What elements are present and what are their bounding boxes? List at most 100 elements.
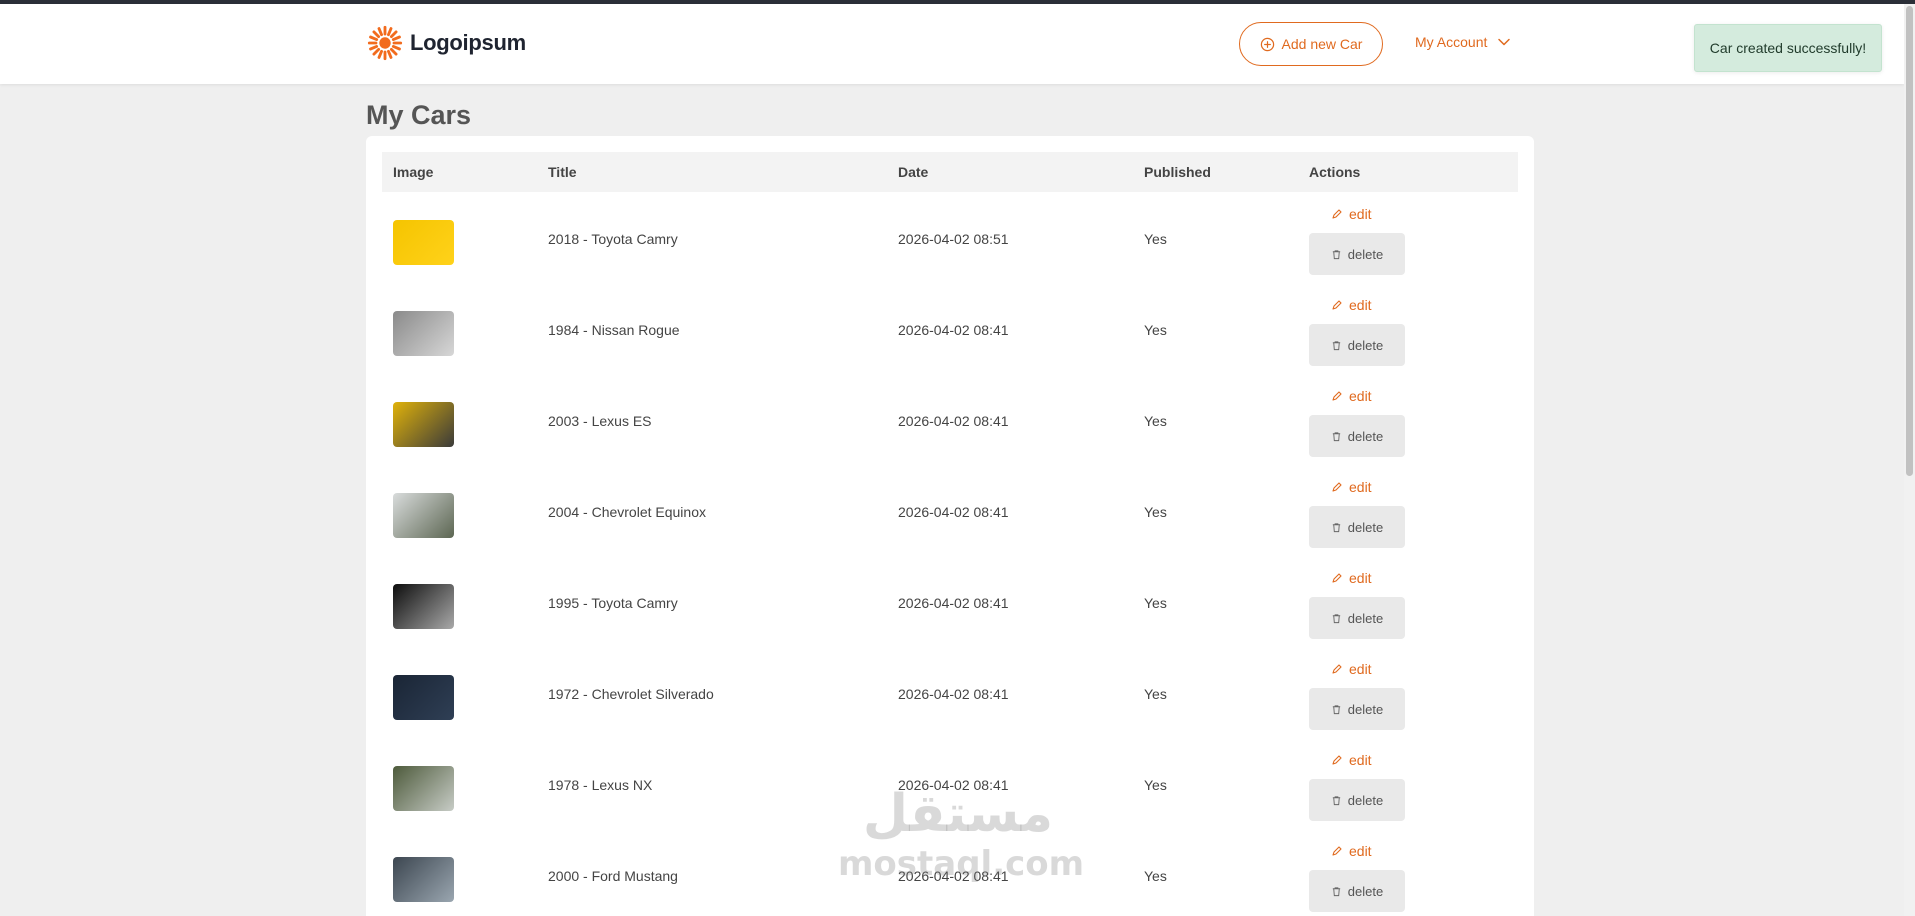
edit-link[interactable]: edit — [1331, 297, 1372, 313]
delete-button[interactable]: delete — [1309, 324, 1405, 366]
column-header-title: Title — [548, 164, 577, 180]
trash-icon — [1332, 886, 1340, 896]
my-account-dropdown[interactable]: My Account — [1415, 34, 1511, 50]
car-thumbnail[interactable] — [393, 857, 454, 902]
column-header-published: Published — [1144, 164, 1211, 180]
table-row: 2000 - Ford Mustang 2026-04-02 08:41 Yes… — [382, 830, 1518, 916]
pencil-icon — [1332, 664, 1342, 674]
car-date: 2026-04-02 08:41 — [898, 686, 1009, 702]
edit-link[interactable]: edit — [1331, 752, 1372, 768]
table-row: 1978 - Lexus NX 2026-04-02 08:41 Yes edi… — [382, 739, 1518, 830]
logo-text: Logoipsum — [410, 30, 526, 55]
car-date: 2026-04-02 08:51 — [898, 231, 1009, 247]
pencil-icon — [1332, 755, 1342, 765]
car-date: 2026-04-02 08:41 — [898, 595, 1009, 611]
table-row: 2018 - Toyota Camry 2026-04-02 08:51 Yes… — [382, 193, 1518, 284]
car-title: 1984 - Nissan Rogue — [548, 322, 680, 338]
car-thumbnail[interactable] — [393, 402, 454, 447]
trash-icon — [1332, 613, 1340, 623]
car-published: Yes — [1144, 322, 1167, 338]
edit-link[interactable]: edit — [1331, 479, 1372, 495]
delete-label: delete — [1347, 701, 1384, 717]
pencil-icon — [1332, 391, 1342, 401]
edit-link[interactable]: edit — [1331, 570, 1372, 586]
car-published: Yes — [1144, 504, 1167, 520]
add-new-car-button[interactable]: Add new Car — [1239, 22, 1383, 66]
car-published: Yes — [1144, 595, 1167, 611]
edit-label: edit — [1349, 570, 1372, 586]
add-new-car-label: Add new Car — [1281, 36, 1363, 52]
delete-label: delete — [1347, 519, 1384, 535]
car-title: 1995 - Toyota Camry — [548, 595, 678, 611]
trash-icon — [1332, 795, 1340, 805]
delete-label: delete — [1347, 610, 1384, 626]
car-published: Yes — [1144, 413, 1167, 429]
table-row: 2003 - Lexus ES 2026-04-02 08:41 Yes edi… — [382, 375, 1518, 466]
car-published: Yes — [1144, 686, 1167, 702]
my-account-label: My Account — [1415, 34, 1488, 50]
page-title: My Cars — [366, 100, 472, 130]
edit-link[interactable]: edit — [1331, 843, 1372, 859]
delete-button[interactable]: delete — [1309, 233, 1405, 275]
car-thumbnail[interactable] — [393, 766, 454, 811]
trash-icon — [1332, 340, 1340, 350]
car-thumbnail[interactable] — [393, 220, 454, 265]
car-published: Yes — [1144, 777, 1167, 793]
pencil-icon — [1332, 573, 1342, 583]
trash-icon — [1332, 249, 1340, 259]
car-title: 1972 - Chevrolet Silverado — [548, 686, 714, 702]
edit-label: edit — [1349, 479, 1372, 495]
trash-icon — [1332, 522, 1340, 532]
column-header-actions: Actions — [1309, 164, 1361, 180]
table-row: 1995 - Toyota Camry 2026-04-02 08:41 Yes… — [382, 557, 1518, 648]
car-title: 2000 - Ford Mustang — [548, 868, 678, 884]
delete-button[interactable]: delete — [1309, 597, 1405, 639]
car-title: 2004 - Chevrolet Equinox — [548, 504, 706, 520]
edit-label: edit — [1349, 297, 1372, 313]
car-title: 1978 - Lexus NX — [548, 777, 653, 793]
car-thumbnail[interactable] — [393, 584, 454, 629]
edit-link[interactable]: edit — [1331, 388, 1372, 404]
car-thumbnail[interactable] — [393, 493, 454, 538]
chevron-down-icon — [1498, 38, 1511, 46]
pencil-icon — [1332, 482, 1342, 492]
pencil-icon — [1332, 300, 1342, 310]
delete-label: delete — [1347, 337, 1384, 353]
car-title: 2003 - Lexus ES — [548, 413, 652, 429]
logo-sun-icon — [367, 25, 403, 61]
car-published: Yes — [1144, 231, 1167, 247]
pencil-icon — [1332, 209, 1342, 219]
delete-button[interactable]: delete — [1309, 870, 1405, 912]
car-date: 2026-04-02 08:41 — [898, 777, 1009, 793]
delete-label: delete — [1347, 428, 1384, 444]
toast-message: Car created successfully! — [1709, 40, 1867, 56]
table-row: 1972 - Chevrolet Silverado 2026-04-02 08… — [382, 648, 1518, 739]
site-header: Logoipsum Add new Car My Account — [0, 4, 1904, 84]
car-date: 2026-04-02 08:41 — [898, 322, 1009, 338]
table-row: 2004 - Chevrolet Equinox 2026-04-02 08:4… — [382, 466, 1518, 557]
car-date: 2026-04-02 08:41 — [898, 413, 1009, 429]
delete-button[interactable]: delete — [1309, 415, 1405, 457]
edit-label: edit — [1349, 661, 1372, 677]
edit-label: edit — [1349, 388, 1372, 404]
edit-link[interactable]: edit — [1331, 206, 1372, 222]
car-date: 2026-04-02 08:41 — [898, 868, 1009, 884]
plus-circle-icon — [1260, 37, 1274, 51]
edit-link[interactable]: edit — [1331, 661, 1372, 677]
edit-label: edit — [1349, 752, 1372, 768]
trash-icon — [1332, 431, 1340, 441]
delete-button[interactable]: delete — [1309, 688, 1405, 730]
edit-label: edit — [1349, 843, 1372, 859]
car-thumbnail[interactable] — [393, 675, 454, 720]
delete-button[interactable]: delete — [1309, 506, 1405, 548]
delete-label: delete — [1347, 792, 1384, 808]
edit-label: edit — [1349, 206, 1372, 222]
delete-button[interactable]: delete — [1309, 779, 1405, 821]
delete-label: delete — [1347, 246, 1384, 262]
column-header-image: Image — [393, 164, 434, 180]
logo[interactable]: Logoipsum — [366, 24, 526, 62]
column-header-date: Date — [898, 164, 929, 180]
table-header: Image Title Date Published Actions — [382, 152, 1518, 192]
page-scrollbar-thumb[interactable] — [1906, 6, 1913, 476]
car-thumbnail[interactable] — [393, 311, 454, 356]
